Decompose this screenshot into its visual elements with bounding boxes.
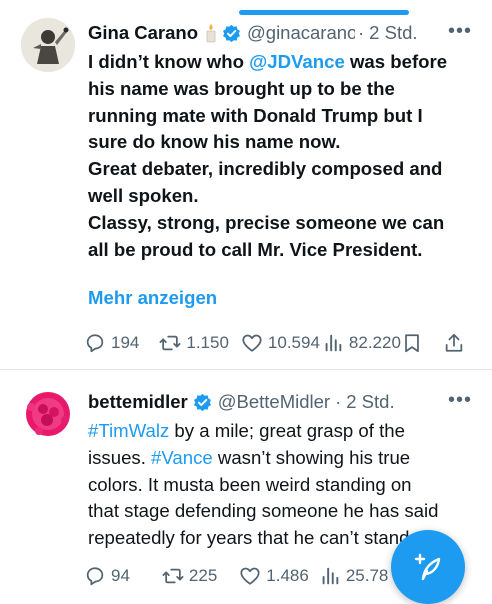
- tweet-text-span: Classy, strong, precise someone we can: [88, 211, 445, 233]
- more-options-icon[interactable]: •••: [448, 389, 472, 412]
- tweet-text-span: wasn’t showing his true: [212, 446, 411, 468]
- retweet-button[interactable]: 225: [162, 565, 217, 587]
- views-count: 25.78: [345, 566, 389, 585]
- tweet-header: bettemidler @BetteMidler · 2 Std.: [88, 391, 395, 413]
- tweet-text: I didn’t know who @JDVance was before his…: [88, 49, 480, 263]
- tweet-text-line: Classy, strong, precise someone we can: [88, 210, 480, 237]
- tweet-actions: 194 1.150 10.594 82.220: [84, 332, 465, 354]
- author-name[interactable]: Gina Carano: [88, 22, 198, 44]
- reply-button[interactable]: 194: [84, 332, 139, 354]
- tweet-text-line: Great debater, incredibly composed and: [88, 156, 480, 183]
- retweet-icon: [162, 568, 184, 584]
- timestamp[interactable]: 2 Std.: [369, 22, 417, 44]
- reply-icon: [86, 567, 104, 586]
- views-icon: [322, 567, 339, 585]
- tweet-header: Gina Carano @ginacarano · 2 Std.: [88, 22, 418, 44]
- retweet-icon: [159, 335, 181, 351]
- tweet-text-line: his name was brought up to be the: [88, 76, 480, 103]
- tweet-text-span: repeatedly for years that he can’t stand: [88, 527, 410, 549]
- hashtag-link[interactable]: #TimWalz: [88, 420, 169, 441]
- candle-emoji-icon: [206, 24, 216, 43]
- tweet-gina-carano[interactable]: Gina Carano @ginacarano · 2 Std. ••• I d…: [0, 0, 492, 370]
- tweet-text-span: by a mile; great grasp of the: [169, 420, 405, 441]
- timestamp[interactable]: 2 Std.: [346, 391, 394, 413]
- share-button[interactable]: [443, 332, 465, 354]
- separator: ·: [335, 391, 342, 412]
- views-icon: [325, 334, 342, 352]
- author-handle[interactable]: @BetteMidler: [218, 391, 330, 413]
- like-icon: [242, 334, 262, 352]
- tweet-text-span: well spoken.: [88, 184, 199, 206]
- tweet-text-span: running mate with Donald Trump but I: [88, 104, 423, 126]
- tweet-text-span: that stage defending someone he has said: [88, 500, 439, 522]
- share-icon: [445, 333, 463, 352]
- tweet-text-line: running mate with Donald Trump but I: [88, 103, 480, 130]
- reply-button[interactable]: 94: [84, 565, 130, 587]
- bookmark-icon: [405, 334, 419, 353]
- tweet-text-line: well spoken.: [88, 183, 480, 210]
- compose-icon: [414, 553, 441, 581]
- retweet-count: 225: [188, 566, 218, 585]
- tweet-text-line: issues. #Vance wasn’t showing his true: [88, 445, 480, 472]
- mention-link[interactable]: @JDVance: [249, 51, 345, 72]
- tweet-text-span: colors. It musta been weird standing on: [88, 473, 412, 495]
- like-icon: [240, 567, 260, 585]
- tweet-text-line: colors. It musta been weird standing on: [88, 472, 480, 499]
- tweet-text-span: I didn’t know who: [88, 51, 250, 72]
- tweet-text-span: issues.: [88, 446, 152, 468]
- hashtag-link[interactable]: #Vance: [151, 447, 213, 468]
- avatar[interactable]: [21, 387, 75, 441]
- verified-badge-icon: [193, 393, 211, 411]
- views-button[interactable]: 25.78: [319, 565, 389, 587]
- author-handle[interactable]: @ginacarano: [247, 22, 355, 44]
- show-more-link[interactable]: Mehr anzeigen: [88, 287, 217, 309]
- avatar-image: [21, 387, 75, 441]
- tweet-text-span: his name was brought up to be the: [88, 77, 395, 99]
- avatar-image: [21, 18, 75, 72]
- tweet-actions: 94 225 1.486 25.78: [84, 565, 388, 587]
- like-count: 1.486: [266, 566, 309, 585]
- views-count: 82.220: [348, 333, 401, 352]
- separator: ·: [358, 22, 365, 43]
- views-button[interactable]: 82.220: [322, 332, 401, 354]
- retweet-button[interactable]: 1.150: [159, 332, 229, 354]
- tweet-text-line: I didn’t know who @JDVance was before: [88, 49, 480, 76]
- author-name[interactable]: bettemidler: [88, 391, 188, 413]
- like-button[interactable]: 1.486: [239, 565, 309, 587]
- bookmark-button[interactable]: [401, 332, 423, 354]
- tweet-text-line: that stage defending someone he has said: [88, 498, 480, 525]
- reply-count: 194: [111, 333, 140, 352]
- tweet-text-span: all be proud to call Mr. Vice President.: [88, 238, 423, 260]
- tweet-text-line: sure do know his name now.: [88, 129, 480, 156]
- reply-icon: [86, 334, 104, 353]
- reply-count: 94: [111, 566, 130, 585]
- like-button[interactable]: 10.594: [241, 332, 320, 354]
- tweet-text-line: #TimWalz by a mile; great grasp of the: [88, 418, 480, 445]
- tweet-text-span: Great debater, incredibly composed and: [88, 158, 443, 180]
- more-options-icon[interactable]: •••: [448, 20, 472, 43]
- tweet-text-span: sure do know his name now.: [88, 131, 341, 153]
- compose-button[interactable]: [391, 530, 465, 604]
- tweet-text-span: was before: [344, 51, 448, 72]
- like-count: 10.594: [267, 333, 320, 352]
- avatar[interactable]: [21, 18, 75, 72]
- verified-badge-icon: [223, 24, 240, 42]
- retweet-count: 1.150: [186, 333, 229, 352]
- tweet-text-line: all be proud to call Mr. Vice President.: [88, 237, 480, 264]
